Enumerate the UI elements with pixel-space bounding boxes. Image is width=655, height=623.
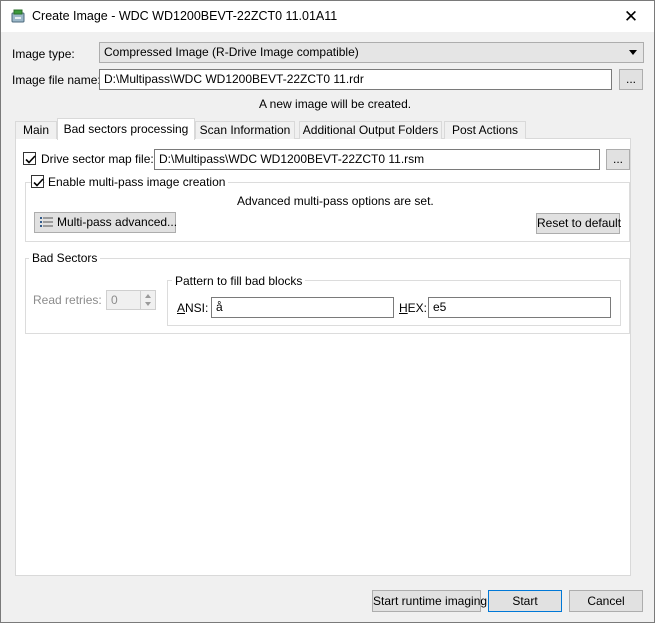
image-file-label: Image file name:: [12, 73, 101, 87]
checkmark-icon: [33, 178, 44, 187]
image-type-select[interactable]: Compressed Image (R-Drive Image compatib…: [99, 42, 644, 63]
hex-label-rest: EX:: [407, 301, 428, 315]
image-file-value: D:\Multipass\WDC WD1200BEVT-22ZCT0 11.rd…: [104, 72, 364, 86]
drive-sector-map-checkbox[interactable]: [23, 152, 36, 165]
tab-post-actions[interactable]: Post Actions: [444, 121, 526, 139]
cancel-button[interactable]: Cancel: [569, 590, 643, 612]
multipass-info-text: Advanced multi-pass options are set.: [237, 194, 434, 208]
title-bar[interactable]: Create Image - WDC WD1200BEVT-22ZCT0 11.…: [1, 1, 654, 32]
multipass-label: Enable multi-pass image creation: [45, 175, 229, 189]
tab-scan-information[interactable]: Scan Information: [195, 121, 295, 139]
read-retries-label: Read retries:: [33, 293, 102, 307]
image-type-value: Compressed Image (R-Drive Image compatib…: [104, 45, 359, 59]
pattern-group-title: Pattern to fill bad blocks: [172, 274, 306, 288]
chevron-down-icon: [145, 302, 151, 306]
disk-image-icon: [10, 8, 26, 24]
tab-bad-sectors-processing[interactable]: Bad sectors processing: [57, 118, 195, 140]
drive-sector-map-browse-button[interactable]: ...: [606, 149, 630, 170]
tab-additional-output-folders[interactable]: Additional Output Folders: [299, 121, 442, 139]
list-settings-icon: [39, 215, 55, 235]
image-file-input[interactable]: D:\Multipass\WDC WD1200BEVT-22ZCT0 11.rd…: [99, 69, 612, 90]
start-runtime-imaging-button[interactable]: Start runtime imaging: [372, 590, 487, 612]
drive-sector-map-value: D:\Multipass\WDC WD1200BEVT-22ZCT0 11.rs…: [159, 152, 425, 166]
start-button[interactable]: Start: [488, 590, 562, 612]
multipass-checkbox[interactable]: [31, 175, 44, 188]
image-type-label: Image type:: [12, 47, 75, 61]
status-text: A new image will be created.: [259, 97, 412, 111]
window-title: Create Image - WDC WD1200BEVT-22ZCT0 11.…: [32, 9, 338, 23]
multipass-advanced-label: Multi-pass advanced...: [57, 215, 178, 229]
multipass-advanced-button[interactable]: Multi-pass advanced...: [34, 212, 178, 235]
image-file-browse-button[interactable]: ...: [619, 69, 643, 90]
read-retries-spin-buttons[interactable]: [140, 291, 155, 309]
chevron-up-icon: [145, 294, 151, 298]
drive-sector-map-input[interactable]: D:\Multipass\WDC WD1200BEVT-22ZCT0 11.rs…: [154, 149, 600, 170]
drive-sector-map-label: Drive sector map file:: [41, 152, 154, 166]
close-icon: ✕: [623, 7, 639, 26]
checkmark-icon: [25, 155, 36, 164]
hex-label: HEX:: [399, 301, 427, 315]
chevron-down-icon: [629, 50, 637, 55]
ansi-input[interactable]: å: [211, 297, 394, 318]
read-retries-stepper[interactable]: 0: [106, 290, 156, 310]
bad-sectors-group-title: Bad Sectors: [29, 251, 101, 265]
ansi-label-accel: A: [177, 301, 186, 315]
hex-label-accel: H: [399, 301, 408, 315]
ansi-label: ANSI:: [177, 301, 208, 315]
ansi-value: å: [216, 300, 223, 314]
reset-to-default-button[interactable]: Reset to default: [536, 213, 621, 234]
hex-input[interactable]: e5: [428, 297, 611, 318]
hex-value: e5: [433, 300, 447, 314]
close-button[interactable]: ✕: [608, 1, 654, 32]
create-image-dialog: Create Image - WDC WD1200BEVT-22ZCT0 11.…: [0, 0, 655, 623]
tab-main[interactable]: Main: [15, 121, 57, 139]
read-retries-value: 0: [111, 293, 118, 307]
ansi-label-rest: NSI:: [185, 301, 209, 315]
